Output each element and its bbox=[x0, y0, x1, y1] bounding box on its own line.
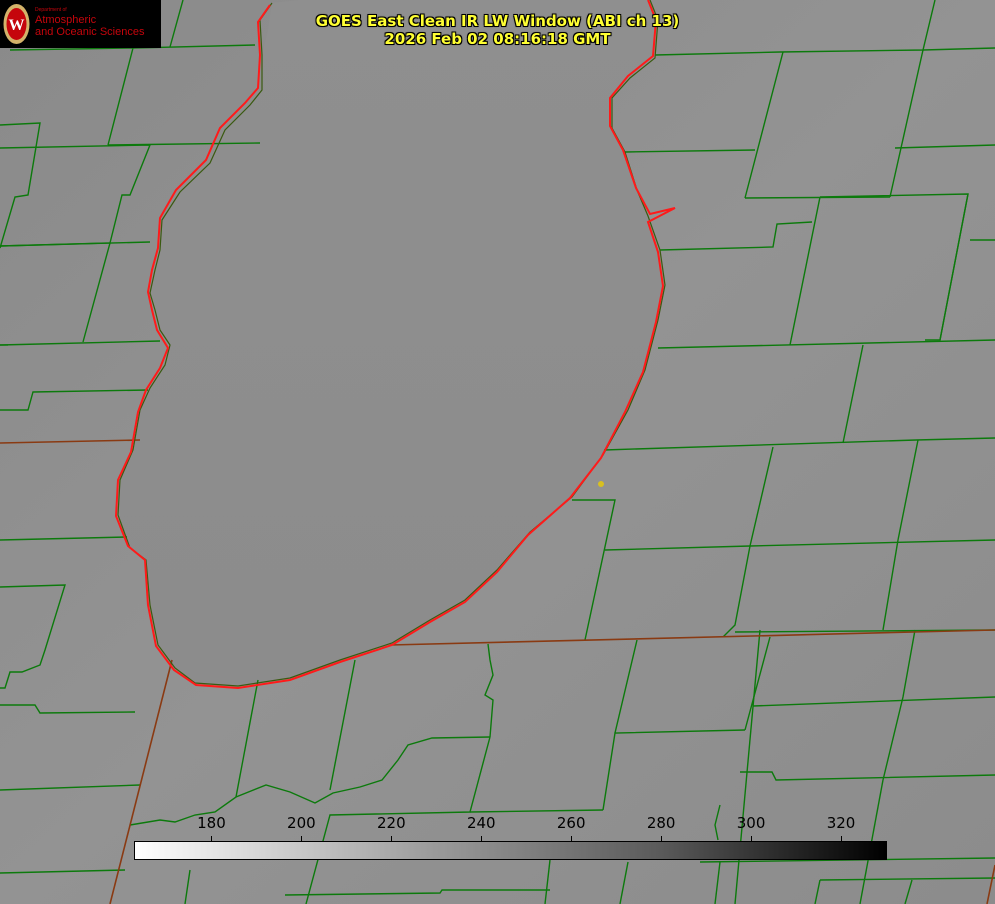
colorbar-tick-label: 280 bbox=[646, 814, 676, 832]
image-title: GOES East Clean IR LW Window (ABI ch 13) bbox=[315, 12, 680, 30]
temperature-colorbar bbox=[134, 841, 887, 860]
satellite-viewer: W Department of Atmospheric and Oceanic … bbox=[0, 0, 995, 904]
colorbar-tick-label: 200 bbox=[287, 814, 316, 832]
location-marker bbox=[598, 481, 604, 487]
colorbar-tick-label: 300 bbox=[736, 814, 766, 832]
colorbar-tick-label: 220 bbox=[377, 814, 406, 832]
colorbar-tick-label: 260 bbox=[556, 814, 586, 832]
satellite-map bbox=[0, 0, 995, 904]
colorbar-tick-label: 320 bbox=[826, 814, 856, 832]
colorbar-tick-label: 180 bbox=[197, 814, 226, 832]
image-timestamp: 2026 Feb 02 08:16:18 GMT bbox=[384, 30, 611, 48]
colorbar-tick-label: 240 bbox=[466, 814, 496, 832]
